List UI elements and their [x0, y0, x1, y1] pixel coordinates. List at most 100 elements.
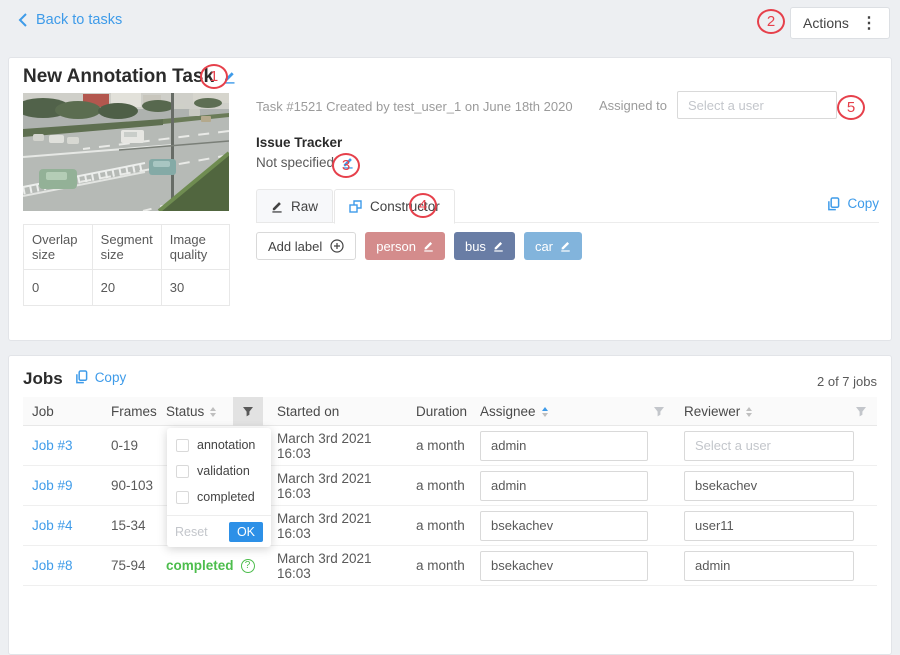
actions-button[interactable]: Actions ⋮: [790, 7, 890, 39]
job-8-started: March 3rd 2021 16:03: [263, 551, 406, 581]
filter-dropdown-footer: Reset OK: [167, 515, 271, 547]
question-circle-icon[interactable]: ?: [241, 559, 255, 573]
annotation-marker-2: 2: [757, 9, 785, 34]
checkbox-annotation[interactable]: [176, 439, 189, 452]
job-9-frames: 90-103: [111, 478, 166, 493]
job-row-8: Job #8 75-94 completed ? March 3rd 2021 …: [23, 546, 877, 586]
status-filter-dropdown: annotation validation completed Reset OK: [167, 428, 271, 547]
job-4-link[interactable]: Job #4: [23, 518, 111, 533]
jobs-header-row: Jobs Copy: [23, 369, 126, 389]
filter-funnel-icon: [653, 406, 665, 418]
copy-icon: [827, 197, 840, 211]
task-parameters-table: Overlap size Segment size Image quality …: [23, 224, 230, 306]
job-4-duration: a month: [406, 518, 472, 533]
jobs-count: 2 of 7 jobs: [817, 374, 877, 389]
status-sort-icon[interactable]: [210, 407, 216, 417]
assignee-filter-button[interactable]: [644, 397, 674, 426]
task-details-card: New Annotation Task: [8, 57, 892, 341]
label-tag-bus[interactable]: bus: [454, 232, 515, 260]
copy-icon: [75, 370, 88, 384]
col-status-label: Status: [166, 404, 204, 419]
job-8-duration: a month: [406, 558, 472, 573]
filter-option-validation-label: validation: [197, 464, 250, 478]
copy-jobs-link[interactable]: Copy: [75, 370, 127, 385]
label-car-name: car: [535, 239, 553, 254]
annotation-marker-4: 4: [409, 193, 437, 218]
job-3-link[interactable]: Job #3: [23, 438, 111, 453]
actions-label: Actions: [803, 15, 849, 31]
task-title: New Annotation Task: [23, 66, 214, 88]
job-row-9: Job #9 90-103 March 3rd 2021 16:03 a mon…: [23, 466, 877, 506]
col-job: Job: [23, 404, 111, 419]
traffic-scene: [23, 93, 229, 211]
page: Back to tasks Actions ⋮ New Annotation T…: [0, 0, 900, 590]
annotation-marker-5: 5: [837, 95, 865, 120]
job-4-assignee-input[interactable]: [480, 511, 648, 541]
label-bus-name: bus: [465, 239, 486, 254]
reviewer-sort-icon[interactable]: [746, 407, 752, 417]
more-icon[interactable]: ⋮: [861, 13, 877, 33]
edit-label-car-icon[interactable]: [560, 240, 571, 252]
filter-reset-button[interactable]: Reset: [175, 525, 208, 539]
issue-tracker-value: Not specified: [256, 155, 334, 170]
status-filter-button[interactable]: [233, 397, 263, 426]
col-reviewer[interactable]: Reviewer: [674, 404, 845, 419]
checkbox-completed[interactable]: [176, 491, 189, 504]
job-3-reviewer-input[interactable]: [684, 431, 854, 461]
filter-option-annotation-label: annotation: [197, 438, 255, 452]
col-duration: Duration: [406, 404, 472, 419]
annotation-marker-3: 3: [332, 153, 360, 178]
params-value-row: 0 20 30: [24, 270, 230, 306]
filter-option-validation[interactable]: validation: [167, 458, 271, 484]
filter-option-completed[interactable]: completed: [167, 484, 271, 510]
tab-raw[interactable]: Raw: [256, 189, 333, 223]
col-assignee[interactable]: Assignee: [472, 404, 644, 419]
job-9-link[interactable]: Job #9: [23, 478, 111, 493]
add-label-button[interactable]: Add label: [256, 232, 356, 260]
job-4-frames: 15-34: [111, 518, 166, 533]
param-overlap-header: Overlap size: [24, 225, 93, 270]
add-label-text: Add label: [268, 239, 322, 254]
labels-row: Add label person bus: [256, 232, 582, 260]
param-segment-value: 20: [92, 270, 161, 306]
back-to-tasks-link[interactable]: Back to tasks: [18, 12, 122, 28]
checkbox-validation[interactable]: [176, 465, 189, 478]
reviewer-filter-button[interactable]: [845, 397, 877, 426]
col-status[interactable]: Status: [166, 404, 233, 419]
filter-funnel-icon: [242, 406, 254, 418]
job-row-3: Job #3 0-19 March 3rd 2021 16:03 a month: [23, 426, 877, 466]
param-overlap-value: 0: [24, 270, 93, 306]
jobs-card: Jobs Copy 2 of 7 jobs Job Frames Status: [8, 355, 892, 655]
job-8-status: completed ?: [166, 558, 263, 573]
job-3-duration: a month: [406, 438, 472, 453]
filter-option-annotation[interactable]: annotation: [167, 432, 271, 458]
col-reviewer-label: Reviewer: [684, 404, 740, 419]
filter-ok-button[interactable]: OK: [229, 522, 263, 542]
filter-option-completed-label: completed: [197, 490, 255, 504]
assigned-to-input[interactable]: [677, 91, 837, 119]
job-9-assignee-input[interactable]: [480, 471, 648, 501]
job-8-link[interactable]: Job #8: [23, 558, 111, 573]
edit-label-bus-icon[interactable]: [493, 240, 504, 252]
job-8-status-text: completed: [166, 558, 234, 573]
edit-label-person-icon[interactable]: [423, 240, 434, 252]
labels-tabs-bar: Raw Constructor Copy: [256, 189, 879, 223]
jobs-table: Job Frames Status Started on Duration As…: [23, 397, 877, 586]
job-4-reviewer-input[interactable]: [684, 511, 854, 541]
params-header-row: Overlap size Segment size Image quality: [24, 225, 230, 270]
job-8-assignee-input[interactable]: [480, 551, 648, 581]
job-row-4: Job #4 15-34 March 3rd 2021 16:03 a mont…: [23, 506, 877, 546]
label-tag-car[interactable]: car: [524, 232, 582, 260]
job-3-assignee-input[interactable]: [480, 431, 648, 461]
task-meta-text: Task #1521 Created by test_user_1 on Jun…: [256, 99, 573, 114]
copy-jobs-label: Copy: [95, 370, 127, 385]
plus-circle-icon: [330, 239, 344, 253]
jobs-table-header: Job Frames Status Started on Duration As…: [23, 397, 877, 426]
label-tag-person[interactable]: person: [365, 232, 445, 260]
job-9-reviewer-input[interactable]: [684, 471, 854, 501]
copy-labels-link[interactable]: Copy: [827, 196, 879, 211]
job-8-reviewer-input[interactable]: [684, 551, 854, 581]
annotation-marker-1: 1: [200, 64, 228, 89]
assignee-sort-icon[interactable]: [542, 407, 548, 417]
pencil-icon: [271, 200, 283, 213]
